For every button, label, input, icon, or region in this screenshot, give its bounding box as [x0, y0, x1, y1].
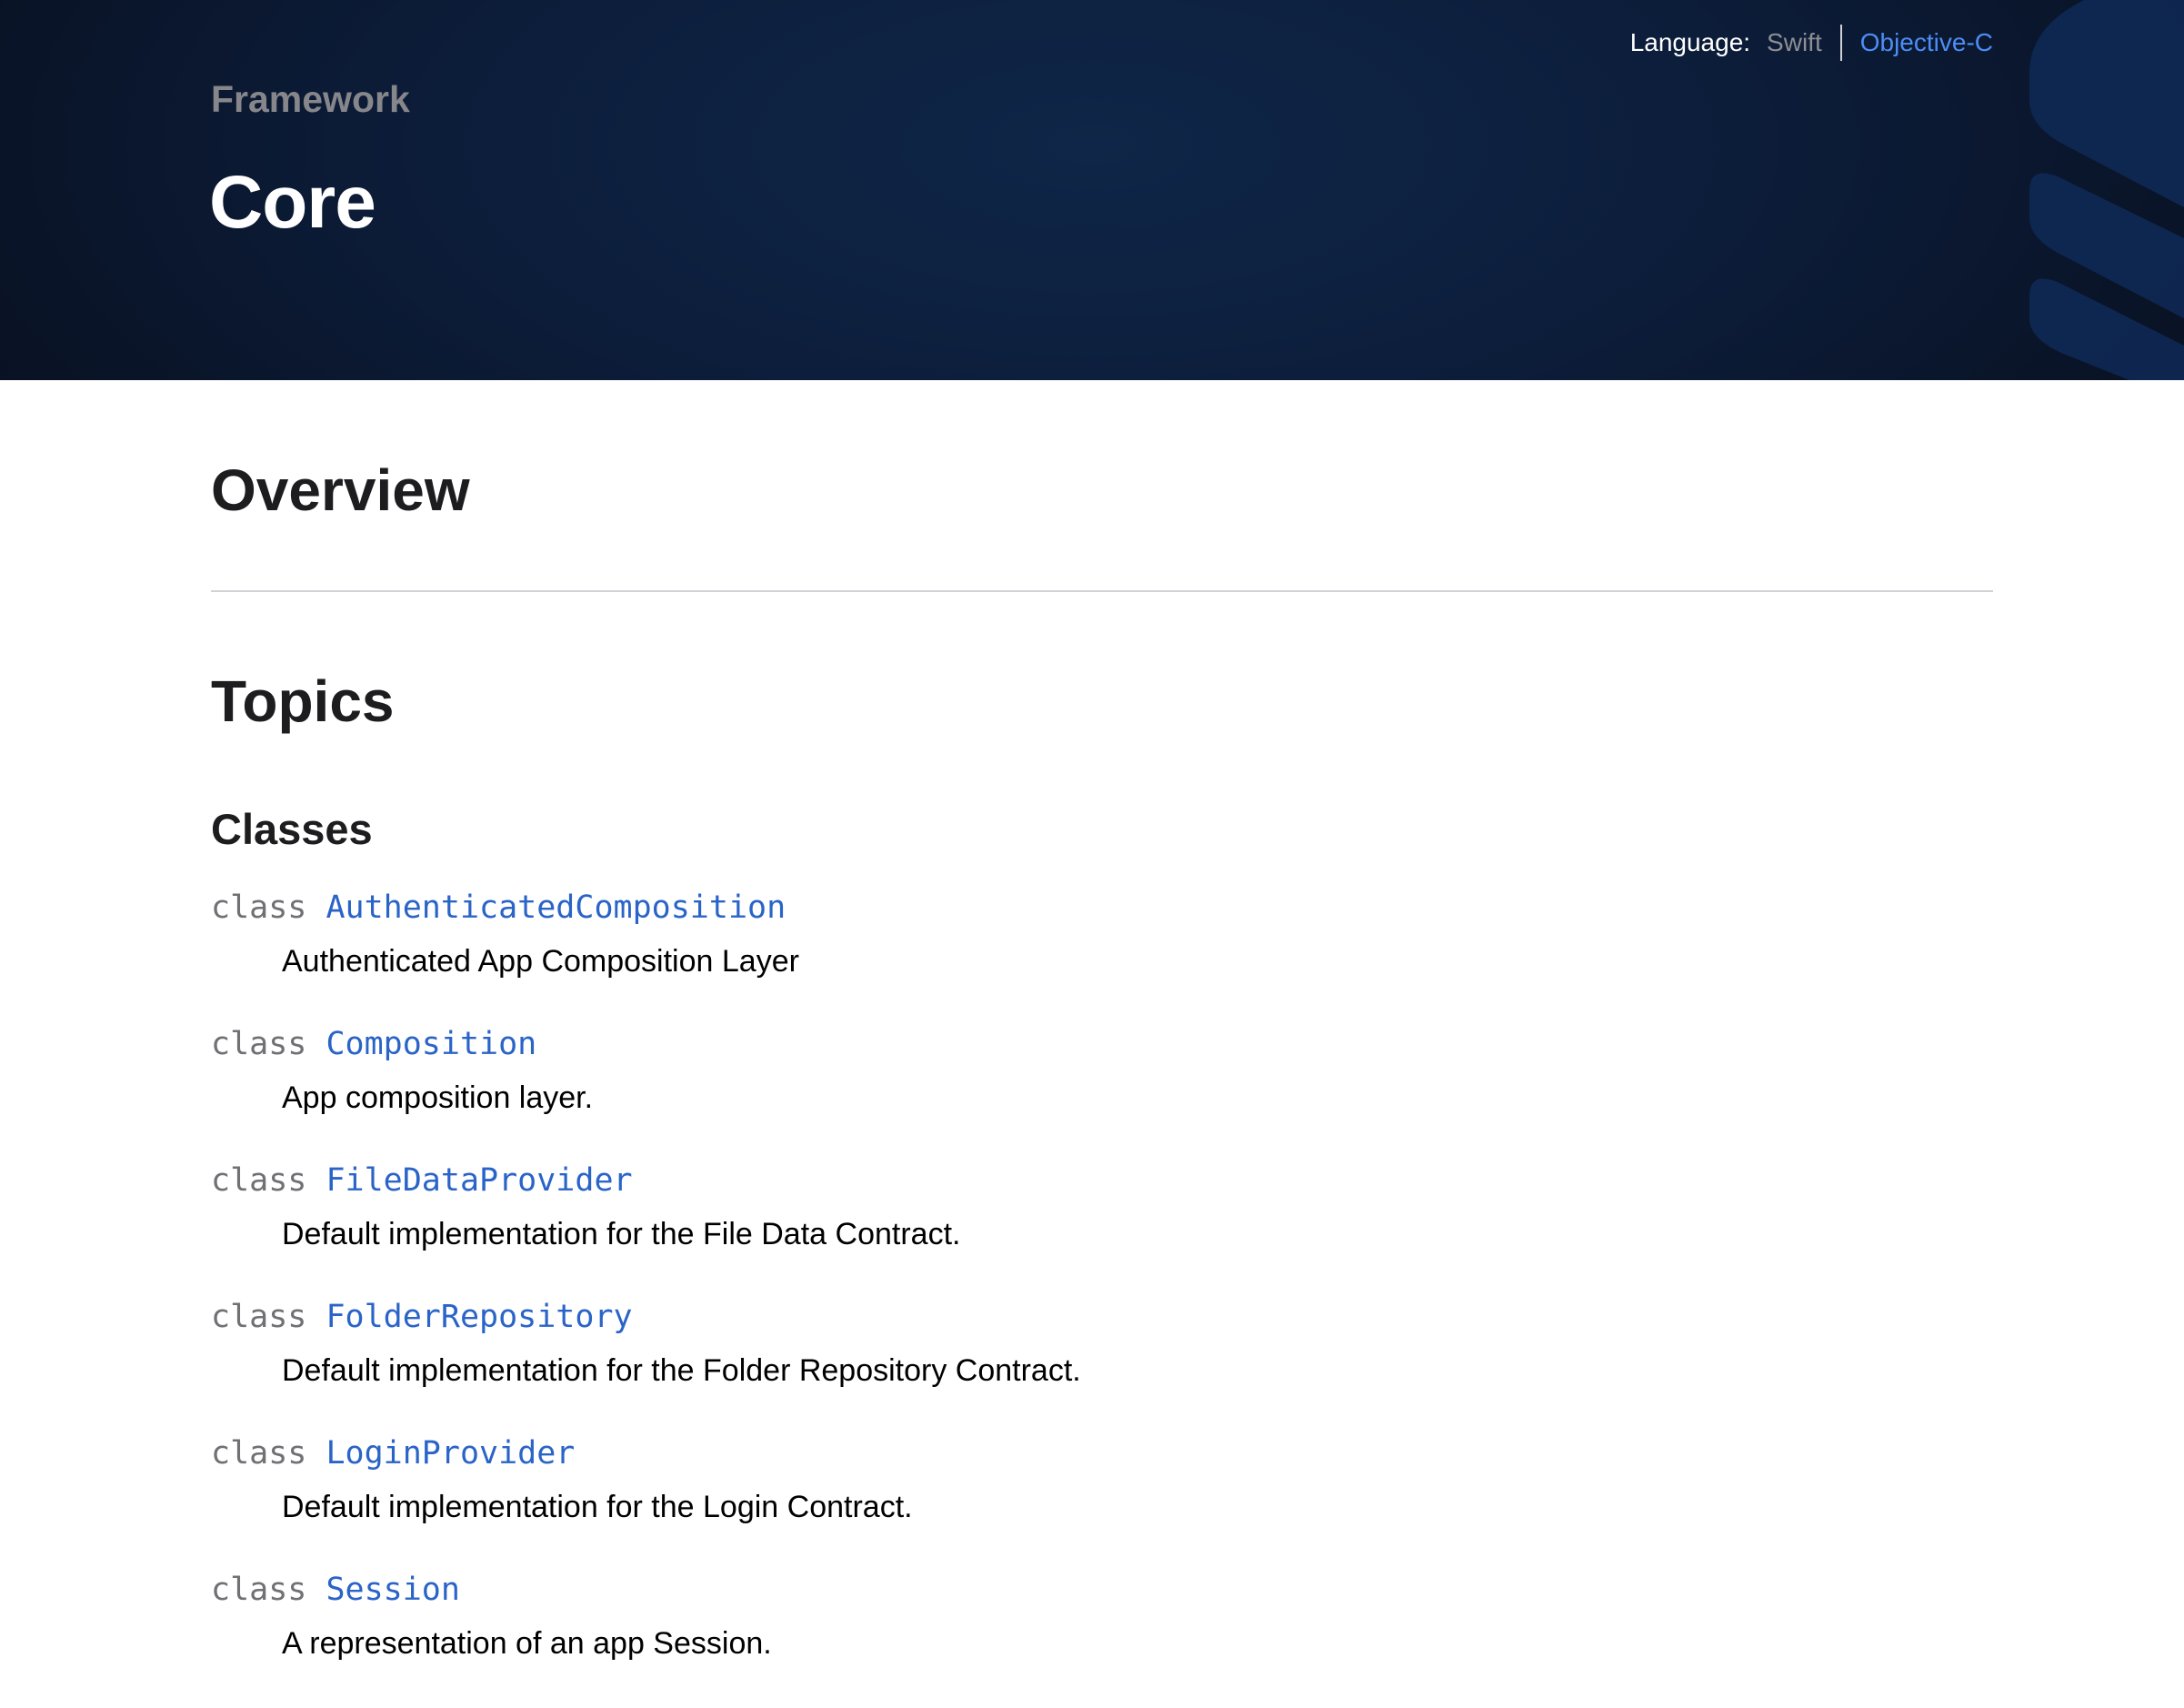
class-declaration: class LoginProvider: [211, 1435, 575, 1472]
list-item: class Composition App composition layer.: [211, 1026, 1993, 1162]
class-keyword: class: [211, 1572, 307, 1608]
class-keyword: class: [211, 889, 307, 926]
class-keyword: class: [211, 1299, 307, 1335]
language-label: Language:: [1629, 28, 1751, 56]
class-keyword: class: [211, 1162, 307, 1199]
class-description: Default implementation for the Folder Re…: [282, 1353, 1081, 1388]
class-description: App composition layer.: [282, 1080, 594, 1115]
class-link-login-provider[interactable]: LoginProvider: [326, 1435, 575, 1472]
overview-heading: Overview: [211, 457, 470, 523]
class-declaration: class Session: [211, 1572, 460, 1608]
class-link-folder-repository[interactable]: FolderRepository: [326, 1299, 632, 1335]
class-keyword: class: [211, 1026, 307, 1062]
section-divider: [211, 590, 1993, 592]
list-item: class Session A representation of an app…: [211, 1572, 1993, 1708]
class-description: Default implementation for the Login Con…: [282, 1490, 913, 1524]
topics-heading: Topics: [211, 668, 395, 734]
class-link-session[interactable]: Session: [326, 1572, 460, 1608]
page-eyebrow: Framework: [211, 78, 410, 120]
class-declaration: class AuthenticatedComposition: [211, 889, 786, 926]
list-item: class FolderRepository Default implement…: [211, 1299, 1993, 1435]
class-link-composition[interactable]: Composition: [326, 1026, 536, 1062]
class-description: A representation of an app Session.: [282, 1626, 772, 1661]
list-item: class AuthenticatedComposition Authentic…: [211, 889, 1993, 1026]
language-divider: [1839, 25, 1842, 61]
class-description: Authenticated App Composition Layer: [282, 944, 799, 979]
class-keyword: class: [211, 1435, 307, 1472]
language-option-swift[interactable]: Swift: [1767, 28, 1822, 57]
class-declaration: class Composition: [211, 1026, 536, 1062]
hero-banner: Language: Swift Objective-C Framework Co…: [0, 0, 2184, 380]
class-description: Default implementation for the File Data…: [282, 1217, 961, 1251]
classes-list: class AuthenticatedComposition Authentic…: [211, 889, 1993, 1708]
class-declaration: class FileDataProvider: [211, 1162, 633, 1199]
class-link-file-data-provider[interactable]: FileDataProvider: [326, 1162, 632, 1199]
list-item: class FileDataProvider Default implement…: [211, 1162, 1993, 1299]
class-declaration: class FolderRepository: [211, 1299, 633, 1335]
page-title: Core: [209, 161, 376, 244]
class-link-authenticated-composition[interactable]: AuthenticatedComposition: [326, 889, 786, 926]
language-switcher: Language: Swift Objective-C: [1630, 24, 1993, 62]
language-option-objective-c[interactable]: Objective-C: [1860, 28, 1993, 57]
classes-heading: Classes: [211, 805, 373, 853]
list-item: class LoginProvider Default implementati…: [211, 1435, 1993, 1572]
